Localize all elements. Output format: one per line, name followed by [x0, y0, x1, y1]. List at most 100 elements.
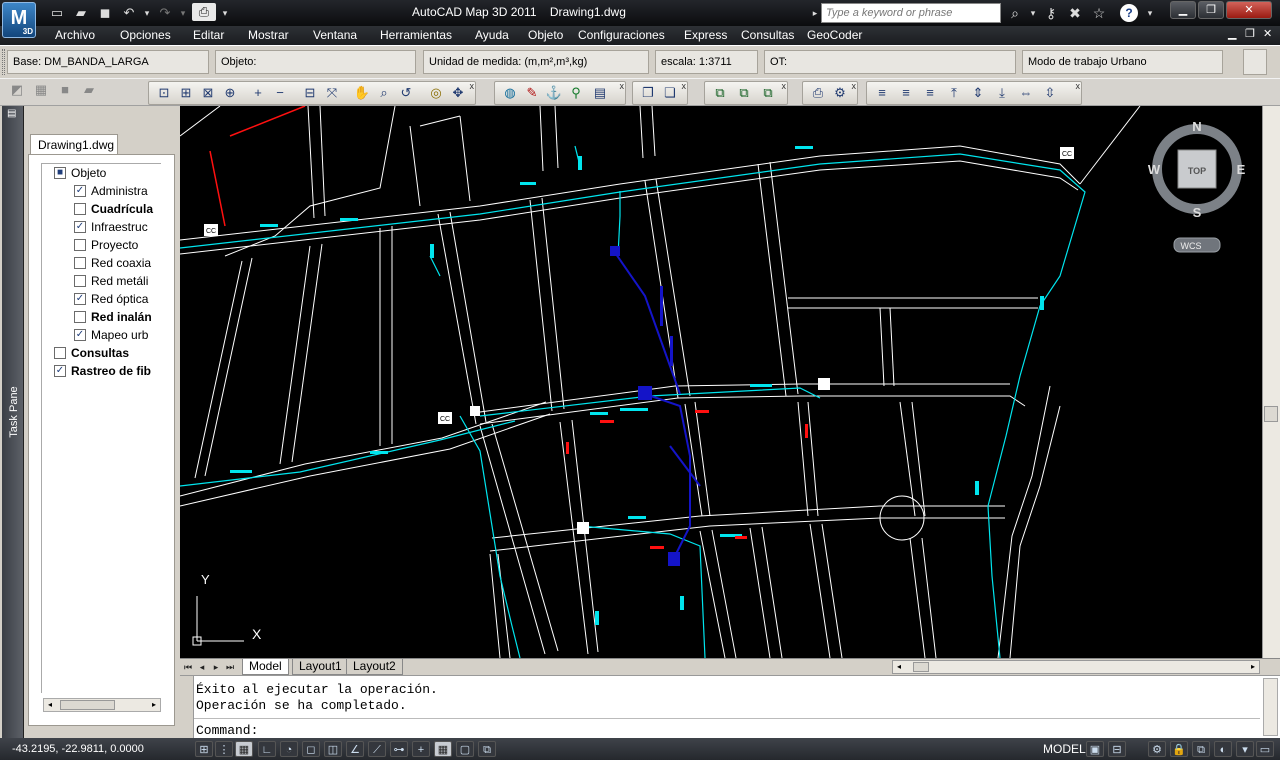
map-pan-icon[interactable]: ✥: [447, 83, 469, 103]
zoom-dynamic-icon[interactable]: ⊞: [175, 83, 197, 103]
layer-tree-item[interactable]: ✓ Red óptica: [42, 290, 161, 308]
edit-pencil-icon[interactable]: ✎: [521, 83, 543, 103]
map-drawing[interactable]: CC CC CC Y X TOP N S E W WCS: [180, 106, 1262, 658]
layer-tree-item[interactable]: ✓ Administra: [42, 182, 161, 200]
redo-dropdown-icon[interactable]: ▾: [174, 4, 192, 22]
command-line-scrollbar[interactable]: [1263, 678, 1278, 736]
pan-icon[interactable]: ✋: [351, 83, 373, 103]
menu-ayuda[interactable]: Ayuda: [475, 28, 509, 42]
table-view-icon[interactable]: ▤: [589, 83, 611, 103]
zoom-toolbar-close-icon[interactable]: x: [470, 81, 475, 91]
modo-trabajo-field[interactable]: Modo de trabajo Urbano: [1022, 50, 1223, 74]
layer-checkbox[interactable]: [54, 347, 66, 359]
restore-window-icon[interactable]: ❐: [1198, 1, 1224, 19]
menu-herramientas[interactable]: Herramientas: [380, 28, 452, 42]
zoom-out-icon[interactable]: −: [269, 83, 291, 103]
command-line-grip[interactable]: [180, 676, 194, 739]
subscription-key-icon[interactable]: ⚷: [1040, 3, 1062, 23]
open-folder-icon[interactable]: ▰: [72, 4, 90, 22]
infer-constraints-icon[interactable]: ⊞: [195, 741, 213, 757]
communication-center-icon[interactable]: ✖: [1064, 3, 1086, 23]
task-pane-strip[interactable]: ▤ Task Pane: [2, 106, 24, 738]
menu-consultas[interactable]: Consultas: [741, 28, 794, 42]
map-toolbar-close-icon[interactable]: x: [620, 81, 625, 91]
menu-configuraciones[interactable]: Configuraciones: [578, 28, 665, 42]
zoom-extents-icon[interactable]: ⤧: [321, 83, 343, 103]
tab-layout1[interactable]: Layout1: [292, 659, 349, 675]
search-input[interactable]: Type a keyword or phrase: [821, 3, 1001, 23]
drawing-tab[interactable]: Drawing1.dwg: [30, 134, 118, 155]
layer-checkbox[interactable]: [74, 311, 86, 323]
quick-access-dropdown-icon[interactable]: ▾: [216, 4, 234, 22]
globe-icon[interactable]: ◍: [499, 83, 521, 103]
help-dropdown-icon[interactable]: ▾: [1139, 3, 1161, 23]
menu-mostrar[interactable]: Mostrar: [248, 28, 289, 42]
undo-dropdown-icon[interactable]: ▾: [138, 4, 156, 22]
map-zoom-icon[interactable]: ◎: [425, 83, 447, 103]
layer-tree-item[interactable]: ■ Objeto: [42, 164, 161, 182]
block-icon[interactable]: ■: [54, 80, 76, 100]
close-window-icon[interactable]: ✕: [1226, 1, 1272, 19]
layer-checkbox[interactable]: ✓: [74, 185, 86, 197]
grid-table-icon[interactable]: ▦: [30, 80, 52, 100]
object-add-icon[interactable]: ⧉: [757, 83, 779, 103]
query-icon[interactable]: ⚲: [565, 83, 587, 103]
scroll-left-icon[interactable]: ◂: [44, 699, 56, 711]
zoom-scale-icon[interactable]: ⊠: [197, 83, 219, 103]
layer-checkbox[interactable]: [74, 239, 86, 251]
distribute-horizontal-icon[interactable]: ⇔: [1015, 83, 1037, 103]
scroll-right-icon[interactable]: ▸: [148, 699, 160, 711]
layer-checkbox[interactable]: [74, 257, 86, 269]
print-settings-icon[interactable]: ⚙: [829, 83, 851, 103]
unidad-medida-field[interactable]: Unidad de medida: (m,m²,m³,kg): [423, 50, 649, 74]
layer-tree-item[interactable]: Red inalán: [42, 308, 161, 326]
grid-display-icon[interactable]: ▦: [235, 741, 253, 757]
help-icon[interactable]: ?: [1120, 4, 1138, 22]
compass-north-label[interactable]: N: [1192, 119, 1201, 134]
escala-field[interactable]: escala: 1:3711: [655, 50, 758, 74]
zoom-in-icon[interactable]: +: [247, 83, 269, 103]
tab-layout2[interactable]: Layout2: [346, 659, 403, 675]
minimize-window-icon[interactable]: ▁: [1170, 1, 1196, 19]
distribute-vertical-icon[interactable]: ⇳: [1039, 83, 1061, 103]
canvas-horizontal-scrollbar[interactable]: ◂ ▸: [892, 660, 1260, 674]
task-pane-menu-icon[interactable]: ▤: [7, 108, 16, 119]
prev-tab-icon[interactable]: ◂: [196, 660, 208, 674]
print-preview-icon[interactable]: ⎙: [807, 83, 829, 103]
paste-icon[interactable]: ❏: [659, 83, 681, 103]
object-off-icon[interactable]: ⧉: [709, 83, 731, 103]
doc-close-icon[interactable]: ✕: [1263, 27, 1272, 40]
snap-mode-icon[interactable]: ⋮: [215, 741, 233, 757]
scroll-thumb[interactable]: [60, 700, 115, 710]
zoom-realtime-icon[interactable]: ⌕: [373, 83, 395, 103]
align-right-icon[interactable]: ≡: [919, 83, 941, 103]
hardware-acceleration-icon[interactable]: ⧉: [1192, 741, 1210, 757]
layer-tree-item[interactable]: Consultas: [42, 344, 161, 362]
doc-minimize-icon[interactable]: ▁: [1228, 27, 1236, 40]
undo-icon[interactable]: ↶: [120, 4, 138, 22]
workspace-switching-icon[interactable]: ⚙: [1148, 741, 1166, 757]
hscroll-left-icon[interactable]: ◂: [893, 661, 905, 673]
drawing-canvas[interactable]: CC CC CC Y X TOP N S E W WCS: [180, 106, 1262, 658]
layer-checkbox[interactable]: ✓: [54, 365, 66, 377]
menu-opciones[interactable]: Opciones: [120, 28, 171, 42]
ot-field[interactable]: OT:: [764, 50, 1016, 74]
object-snap-tracking-icon[interactable]: ∠: [346, 741, 364, 757]
tree-horizontal-scrollbar[interactable]: ◂ ▸: [43, 698, 161, 712]
lock-icon[interactable]: 🔒: [1170, 741, 1188, 757]
zoom-previous-icon[interactable]: ↺: [395, 83, 417, 103]
zoom-window-icon[interactable]: ⊡: [153, 83, 175, 103]
menu-archivo[interactable]: Archivo: [55, 28, 95, 42]
ortho-mode-icon[interactable]: ∟: [258, 741, 276, 757]
next-tab-icon[interactable]: ▸: [210, 660, 222, 674]
copy-icon[interactable]: ❐: [637, 83, 659, 103]
align-toolbar-close-icon[interactable]: x: [1076, 81, 1081, 91]
transparency-icon[interactable]: ▦: [434, 741, 452, 757]
layer-tree-item[interactable]: ✓ Rastreo de fib: [42, 362, 161, 380]
new-file-icon[interactable]: ▭: [48, 4, 66, 22]
zoom-center-icon[interactable]: ⊕: [219, 83, 241, 103]
base-field[interactable]: Base: DM_BANDA_LARGA: [7, 50, 209, 74]
align-bottom-icon[interactable]: ⤓: [991, 83, 1013, 103]
layer-checkbox[interactable]: [74, 203, 86, 215]
save-icon[interactable]: ◼: [96, 4, 114, 22]
